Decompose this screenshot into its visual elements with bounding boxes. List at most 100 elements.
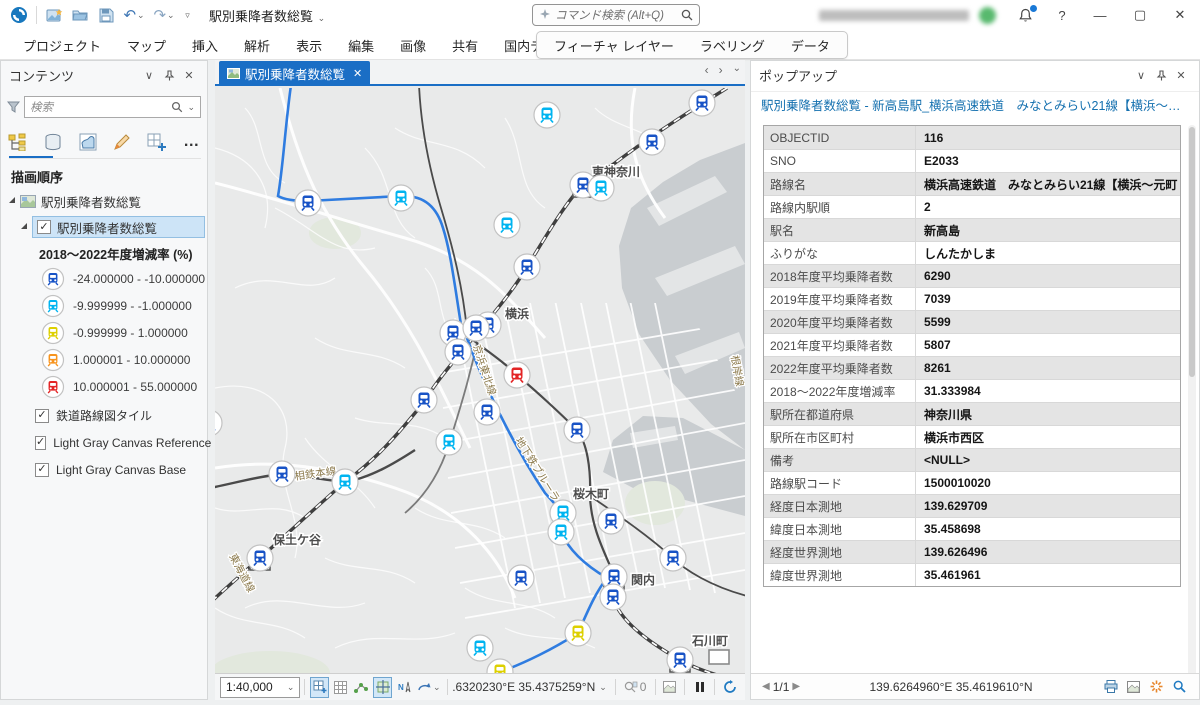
crosshair-icon[interactable] bbox=[373, 677, 392, 698]
tab-editing[interactable] bbox=[111, 130, 134, 154]
grid-icon[interactable] bbox=[331, 677, 350, 698]
station-marker-cyan[interactable] bbox=[588, 175, 614, 201]
layer-tree-item[interactable]: ✓ 駅別乗降者数総覧 bbox=[1, 215, 207, 239]
attribute-row[interactable]: 路線名横浜高速鉄道 みなとみらい21線【横浜〜元町・中華街】 bbox=[764, 172, 1180, 195]
chevron-down-icon[interactable]: ⌄ bbox=[137, 10, 145, 21]
north-arrow-icon[interactable]: N bbox=[394, 677, 413, 698]
station-marker-blue[interactable] bbox=[269, 461, 295, 487]
station-marker-blue[interactable] bbox=[247, 545, 273, 571]
station-marker-cyan[interactable] bbox=[534, 102, 560, 128]
selection-count-icon[interactable]: 0 bbox=[621, 677, 650, 698]
station-marker-cyan[interactable] bbox=[388, 185, 414, 211]
attribute-row[interactable]: 路線駅コード1500010020 bbox=[764, 471, 1180, 494]
attribute-row[interactable]: 備考<NULL> bbox=[764, 448, 1180, 471]
station-marker-red[interactable] bbox=[504, 362, 530, 388]
rotate-view-icon[interactable]: ⌄ bbox=[415, 677, 442, 698]
station-marker-blue[interactable] bbox=[660, 545, 686, 571]
station-marker-cyan[interactable] bbox=[332, 469, 358, 495]
layer-checkbox[interactable]: ✓ bbox=[35, 409, 49, 423]
chevron-down-icon[interactable]: ⌄ bbox=[187, 102, 195, 113]
chevron-down-icon[interactable]: ⌄ bbox=[167, 10, 175, 21]
pin-icon[interactable] bbox=[1151, 65, 1171, 85]
close-button[interactable]: ✕ bbox=[1160, 0, 1200, 30]
zoom-to-feature-map-icon[interactable] bbox=[1123, 676, 1144, 697]
cursor-coordinates[interactable]: .6320230°E 35.4375259°N bbox=[452, 680, 595, 694]
search-icon[interactable] bbox=[171, 101, 183, 113]
station-marker-yellow[interactable] bbox=[565, 620, 591, 646]
tab-scroll-left-icon[interactable]: ‹ bbox=[705, 63, 709, 77]
station-marker-blue[interactable] bbox=[689, 90, 715, 116]
attribute-row[interactable]: 経度日本測地139.629709 bbox=[764, 494, 1180, 517]
attribute-row[interactable]: ふりがなしんたかしま bbox=[764, 241, 1180, 264]
layer-checkbox[interactable]: ✓ bbox=[37, 220, 51, 234]
legend-item-1[interactable]: -9.999999 - -1.000000 bbox=[1, 292, 207, 319]
chevron-down-icon[interactable]: ∨ bbox=[1131, 65, 1151, 85]
scale-combobox[interactable]: 1:40,000 ⌄ bbox=[220, 677, 300, 698]
tab-scroll-right-icon[interactable]: › bbox=[719, 63, 723, 77]
station-marker-blue[interactable] bbox=[295, 190, 321, 216]
legend-item-2[interactable]: -0.999999 - 1.000000 bbox=[1, 319, 207, 346]
attribute-row[interactable]: 2021年度平均乗降者数5807 bbox=[764, 333, 1180, 356]
attribute-row[interactable]: 駅名新高島 bbox=[764, 218, 1180, 241]
ribbon-tab-5[interactable]: 編集 bbox=[335, 30, 387, 60]
flash-feature-icon[interactable] bbox=[1146, 676, 1167, 697]
legend-item-0[interactable]: -24.000000 - -10.000000 bbox=[1, 265, 207, 292]
station-marker-blue[interactable] bbox=[463, 315, 489, 341]
attribute-row[interactable]: 経度世界測地139.626496 bbox=[764, 540, 1180, 563]
print-icon[interactable] bbox=[1100, 676, 1121, 697]
attribute-row[interactable]: 2020年度平均乗降者数5599 bbox=[764, 310, 1180, 333]
maximize-button[interactable]: ▢ bbox=[1120, 0, 1160, 30]
overview-map-icon[interactable] bbox=[660, 677, 679, 698]
open-project-icon[interactable] bbox=[67, 3, 93, 27]
contextual-tab-0[interactable]: フィーチャ レイヤー bbox=[541, 32, 687, 58]
contextual-tab-2[interactable]: データ bbox=[778, 32, 843, 58]
legend-item-3[interactable]: 1.000001 - 10.000000 bbox=[1, 346, 207, 373]
attribute-row[interactable]: 緯度世界測地35.461961 bbox=[764, 563, 1180, 586]
legend-item-4[interactable]: 10.000001 - 55.000000 bbox=[1, 373, 207, 400]
popup-scrollbar[interactable] bbox=[1188, 125, 1196, 685]
close-icon[interactable]: ✕ bbox=[179, 65, 199, 85]
project-name[interactable]: 駅別乗降者数総覧 ⌄ bbox=[209, 6, 325, 25]
minimize-button[interactable]: — bbox=[1080, 0, 1120, 30]
station-marker-blue[interactable] bbox=[445, 339, 471, 365]
station-marker-blue[interactable] bbox=[639, 129, 665, 155]
undo-button[interactable]: ↶⌄ bbox=[119, 3, 149, 27]
tab-list-icon[interactable]: ⌄ bbox=[733, 63, 741, 77]
zoom-magnifier-icon[interactable] bbox=[1169, 676, 1190, 697]
basemap-layer-item-0[interactable]: ✓鉄道路線図タイル bbox=[1, 402, 207, 429]
scrollbar-thumb[interactable] bbox=[1189, 127, 1195, 377]
attribute-row[interactable]: 2019年度平均乗降者数7039 bbox=[764, 287, 1180, 310]
help-button[interactable]: ? bbox=[1044, 0, 1080, 30]
map-tree-item[interactable]: 駅別乗降者数総覧 bbox=[1, 189, 207, 213]
new-project-icon[interactable] bbox=[41, 3, 67, 27]
attribute-row[interactable]: OBJECTID116 bbox=[764, 126, 1180, 149]
attribute-row[interactable]: 2018〜2022年度増減率31.333984 bbox=[764, 379, 1180, 402]
tab-selection[interactable] bbox=[76, 130, 99, 154]
station-marker-blue[interactable] bbox=[508, 565, 534, 591]
station-marker-cyan[interactable] bbox=[494, 212, 520, 238]
ribbon-tab-1[interactable]: マップ bbox=[114, 30, 179, 60]
ribbon-tab-6[interactable]: 画像 bbox=[387, 30, 439, 60]
redo-button[interactable]: ↷⌄ bbox=[149, 3, 179, 27]
tab-data-source[interactable] bbox=[42, 130, 65, 154]
attribute-row[interactable]: 2018年度平均乗降者数6290 bbox=[764, 264, 1180, 287]
ribbon-tab-4[interactable]: 表示 bbox=[283, 30, 335, 60]
pin-icon[interactable] bbox=[159, 65, 179, 85]
ribbon-tab-3[interactable]: 解析 bbox=[231, 30, 283, 60]
search-icon[interactable] bbox=[681, 9, 693, 21]
basemap-layer-item-2[interactable]: ✓Light Gray Canvas Base bbox=[1, 456, 207, 483]
ribbon-tab-0[interactable]: プロジェクト bbox=[10, 30, 114, 60]
station-marker-blue[interactable] bbox=[564, 417, 590, 443]
station-marker-blue[interactable] bbox=[667, 647, 693, 673]
filter-icon[interactable] bbox=[7, 101, 20, 113]
snapping-icon[interactable] bbox=[352, 677, 371, 698]
attribute-row[interactable]: 駅所在都道府県神奈川県 bbox=[764, 402, 1180, 425]
command-search-input[interactable]: コマンド検索 (Alt+Q) bbox=[532, 4, 700, 26]
ribbon-tab-2[interactable]: 挿入 bbox=[179, 30, 231, 60]
attribute-row[interactable]: SNOE2033 bbox=[764, 149, 1180, 172]
prev-feature-icon[interactable]: ◀ bbox=[759, 681, 773, 692]
avatar[interactable] bbox=[979, 7, 996, 24]
save-project-icon[interactable] bbox=[93, 3, 119, 27]
layer-checkbox[interactable]: ✓ bbox=[35, 463, 49, 477]
tab-snapping[interactable] bbox=[146, 130, 169, 154]
